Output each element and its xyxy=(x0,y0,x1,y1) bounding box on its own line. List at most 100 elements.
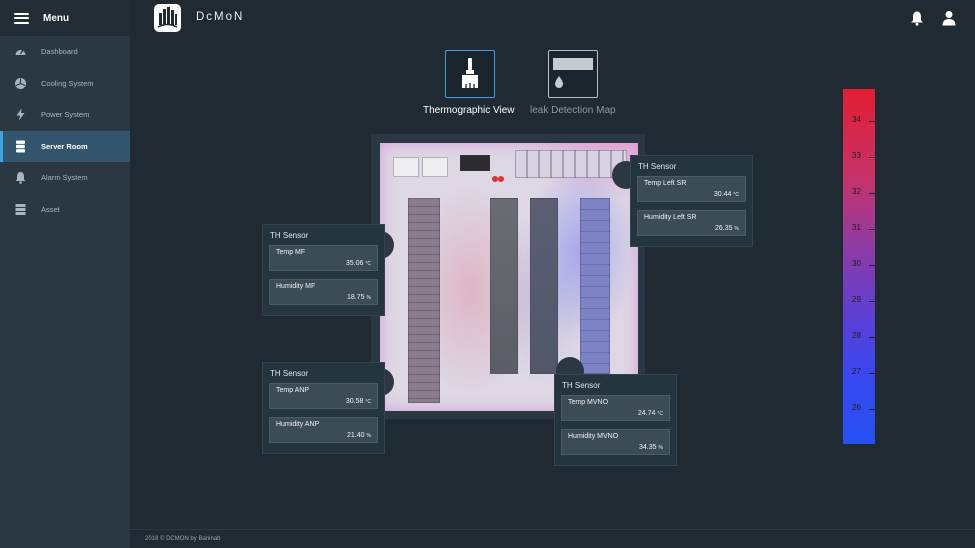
cable-tray xyxy=(515,150,627,178)
humidity-reading: Humidity MF 18.75% xyxy=(269,279,378,305)
temp-unit: °C xyxy=(657,411,663,417)
sidebar-item-alarm-system[interactable]: Alarm System xyxy=(0,162,130,194)
sidebar-item-label: Alarm System xyxy=(41,173,88,183)
scale-tick: 30 xyxy=(843,259,875,271)
humidity-unit: % xyxy=(658,445,663,451)
thermographic-view-button[interactable] xyxy=(445,50,495,98)
scale-tick: 34 xyxy=(843,115,875,127)
temp-reading: Temp MF 35.06 °C xyxy=(269,245,378,271)
sensor-panel-anp[interactable]: TH Sensor Temp ANP 30.58 °C Humidity ANP … xyxy=(262,362,385,454)
lightning-icon xyxy=(14,108,27,121)
scale-tick: 28 xyxy=(843,331,875,343)
scale-tick-label: 26 xyxy=(852,403,861,412)
rack-row xyxy=(490,198,518,374)
temp-reading: Temp ANP 30.58 °C xyxy=(269,383,378,409)
humidity-unit: % xyxy=(366,295,371,301)
scale-tick: 27 xyxy=(843,367,875,379)
humidity-value-wrap: 18.75% xyxy=(347,294,371,301)
scale-tick-label: 27 xyxy=(852,367,861,376)
temp-reading: Temp Left SR 30.44 °C xyxy=(637,176,746,202)
sidebar-item-label: Server Room xyxy=(41,141,88,151)
temp-unit: °C xyxy=(733,192,739,198)
humidity-value-wrap: 26.35% xyxy=(715,225,739,232)
temp-value-wrap: 35.06 °C xyxy=(346,260,371,267)
scale-tick: 33 xyxy=(843,151,875,163)
sidebar-item-asset[interactable]: Asset xyxy=(0,194,130,226)
notification-bell-icon[interactable] xyxy=(909,10,925,26)
bell-icon xyxy=(14,171,27,185)
brand-name: DcMoN xyxy=(196,11,245,23)
leak-detection-map-button[interactable] xyxy=(548,50,598,98)
scale-tick-label: 29 xyxy=(852,295,861,304)
thermographic-view-label[interactable]: Thermographic View xyxy=(423,105,515,116)
app-logo[interactable] xyxy=(154,4,181,32)
temp-value-wrap: 30.58 °C xyxy=(346,398,371,405)
hamburger-icon[interactable] xyxy=(14,12,29,24)
sidebar-item-label: Power System xyxy=(41,110,90,120)
leak-detection-map-label[interactable]: leak Detection Map xyxy=(530,105,616,116)
database-icon xyxy=(14,203,27,216)
menu-title: Menu xyxy=(43,12,70,24)
scale-tick-label: 31 xyxy=(852,223,861,232)
humidity-reading: Humidity ANP 21.40% xyxy=(269,417,378,443)
humidity-value: 18.75 xyxy=(347,294,365,301)
sensor-panel-mvno[interactable]: TH Sensor Temp MVNO 24.74 °C Humidity MVN… xyxy=(554,374,677,466)
scale-tick: 29 xyxy=(843,295,875,307)
temp-reading: Temp MVNO 24.74 °C xyxy=(561,395,670,421)
sensor-title: TH Sensor xyxy=(562,381,601,390)
scale-tick-label: 34 xyxy=(852,115,861,124)
fire-extinguisher-icon xyxy=(492,170,504,182)
scale-tick-label: 33 xyxy=(852,151,861,160)
sensor-panel-mf[interactable]: TH Sensor Temp MF 35.06 °C Humidity MF 18… xyxy=(262,224,385,316)
temp-value-wrap: 24.74 °C xyxy=(638,410,663,417)
ac-unit xyxy=(393,157,419,177)
user-profile-icon[interactable] xyxy=(941,10,957,26)
sidebar-item-cooling-system[interactable]: Cooling System xyxy=(0,68,130,100)
sidebar-item-label: Asset xyxy=(41,204,60,214)
scale-tick: 32 xyxy=(843,187,875,199)
rack-row xyxy=(530,198,558,374)
temp-value-wrap: 30.44 °C xyxy=(714,191,739,198)
temp-value: 24.74 xyxy=(637,410,656,417)
sidebar-item-power-system[interactable]: Power System xyxy=(0,99,130,131)
sidebar: Menu Dashboard Cooling System Power Syst… xyxy=(0,0,130,548)
sidebar-nav: Dashboard Cooling System Power System Se… xyxy=(0,36,130,225)
scale-tick-label: 28 xyxy=(852,331,861,340)
temperature-scale: 34 33 32 31 30 29 28 27 26 xyxy=(843,89,875,444)
ac-unit xyxy=(422,157,448,177)
humidity-label: Humidity ANP xyxy=(276,421,320,428)
temp-value: 30.58 xyxy=(345,398,364,405)
temp-unit: °C xyxy=(365,261,371,267)
temp-unit: °C xyxy=(365,399,371,405)
humidity-value: 21.40 xyxy=(347,432,365,439)
drop-icon xyxy=(553,58,593,95)
server-icon xyxy=(14,140,27,153)
humidity-unit: % xyxy=(366,433,371,439)
footer: 2018 © DCMON by Baninab xyxy=(130,529,975,548)
humidity-value-wrap: 34.35% xyxy=(639,444,663,451)
humidity-value: 34.35 xyxy=(639,444,657,451)
scale-tick-label: 32 xyxy=(852,187,861,196)
sensor-title: TH Sensor xyxy=(638,162,677,171)
humidity-value: 26.35 xyxy=(715,225,733,232)
humidity-reading: Humidity Left SR 26.35% xyxy=(637,210,746,236)
temp-value: 30.44 xyxy=(713,191,732,198)
gauge-icon xyxy=(14,45,27,58)
temp-value: 35.06 xyxy=(345,260,364,267)
sidebar-item-dashboard[interactable]: Dashboard xyxy=(0,36,130,68)
menu-header[interactable]: Menu xyxy=(0,0,130,36)
temp-label: Temp MF xyxy=(276,249,306,256)
thermal-room-map[interactable] xyxy=(380,143,638,411)
rack-row xyxy=(408,198,440,403)
brush-icon xyxy=(460,58,480,93)
scale-tick-label: 30 xyxy=(852,259,861,268)
panel-unit xyxy=(460,155,490,171)
humidity-label: Humidity Left SR xyxy=(644,214,697,221)
humidity-value-wrap: 21.40% xyxy=(347,432,371,439)
sensor-panel-sr[interactable]: TH Sensor Temp Left SR 30.44 °C Humidity … xyxy=(630,155,753,247)
sidebar-item-label: Cooling System xyxy=(41,78,94,88)
humidity-unit: % xyxy=(734,226,739,232)
scale-tick: 26 xyxy=(843,403,875,415)
sidebar-item-server-room[interactable]: Server Room xyxy=(0,130,130,162)
temp-label: Temp ANP xyxy=(276,387,310,394)
